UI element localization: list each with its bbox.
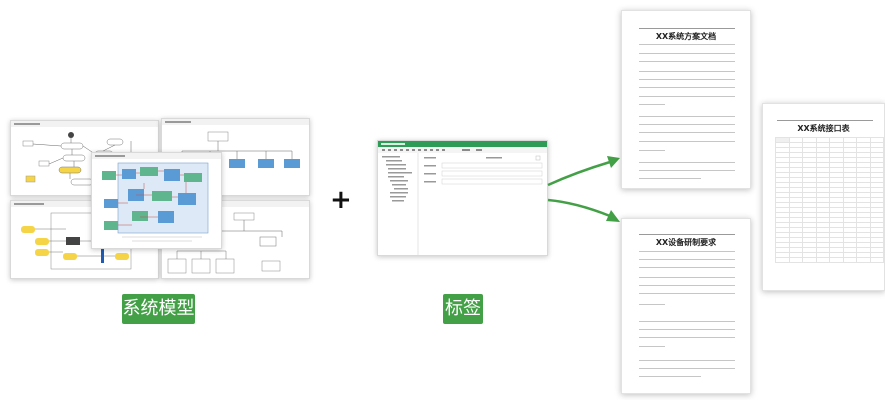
tag-tool-window bbox=[377, 140, 548, 256]
plus-sign: + bbox=[330, 185, 352, 215]
interface-table-title: XX系统接口表 bbox=[797, 124, 850, 133]
solution-document: XX系统方案文档 bbox=[621, 10, 751, 189]
tag-label: 标签 bbox=[443, 294, 483, 324]
arrow-to-requirements-doc bbox=[547, 198, 611, 218]
internal-block-diagram-graphic bbox=[92, 153, 221, 242]
arrow-to-solution-doc bbox=[547, 160, 611, 187]
system-model-label: 系统模型 bbox=[122, 294, 195, 324]
solution-document-title: XX系统方案文档 bbox=[655, 32, 717, 41]
tag-tool-window-graphic bbox=[378, 141, 547, 255]
model-diagram-internal-block bbox=[91, 152, 222, 249]
device-requirements-document: XX设备研制要求 bbox=[621, 218, 751, 394]
interface-table-document: XX系统接口表 bbox=[762, 103, 885, 291]
device-requirements-title: XX设备研制要求 bbox=[655, 238, 717, 247]
output-arrows bbox=[547, 156, 620, 222]
interface-table-grid bbox=[775, 137, 884, 263]
